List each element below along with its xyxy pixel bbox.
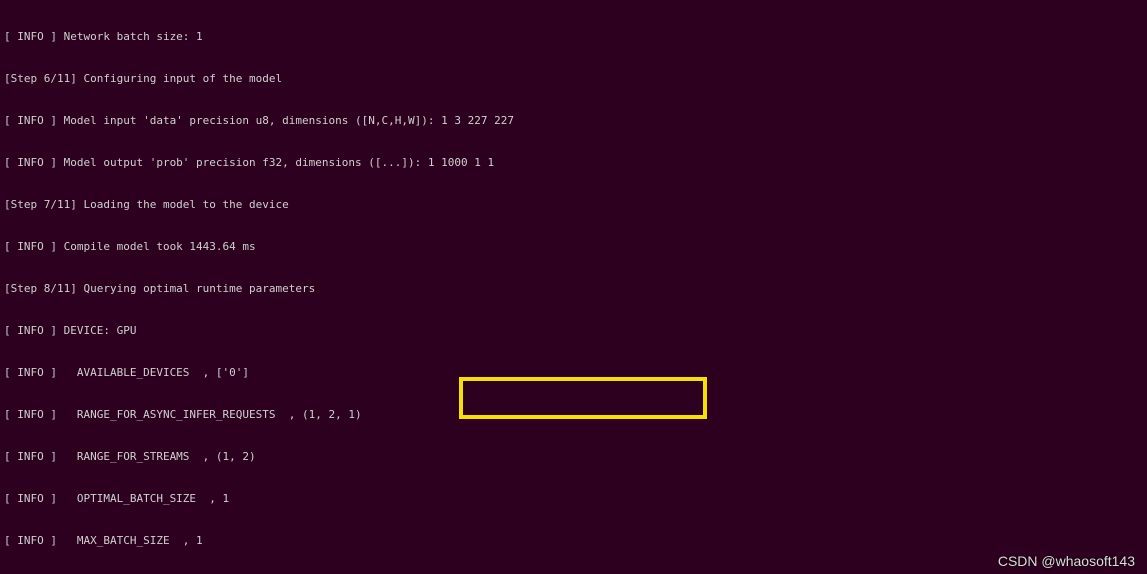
log-line: [ INFO ] DEVICE: GPU [4,324,1143,338]
log-line: [ INFO ] MAX_BATCH_SIZE , 1 [4,534,1143,548]
terminal-output: [ INFO ] Network batch size: 1 [Step 6/1… [0,0,1147,574]
log-line: [ INFO ] AVAILABLE_DEVICES , ['0'] [4,366,1143,380]
watermark-text: CSDN @whaosoft143 [998,554,1135,568]
log-line: [ INFO ] OPTIMAL_BATCH_SIZE , 1 [4,492,1143,506]
log-line: [Step 7/11] Loading the model to the dev… [4,198,1143,212]
log-line: [ INFO ] Model output 'prob' precision f… [4,156,1143,170]
log-line: [ INFO ] Network batch size: 1 [4,30,1143,44]
log-line: [Step 6/11] Configuring input of the mod… [4,72,1143,86]
log-line: [ INFO ] RANGE_FOR_STREAMS , (1, 2) [4,450,1143,464]
log-line: [ INFO ] Compile model took 1443.64 ms [4,240,1143,254]
log-line: [ INFO ] RANGE_FOR_ASYNC_INFER_REQUESTS … [4,408,1143,422]
log-line: [ INFO ] Model input 'data' precision u8… [4,114,1143,128]
log-line: [Step 8/11] Querying optimal runtime par… [4,282,1143,296]
